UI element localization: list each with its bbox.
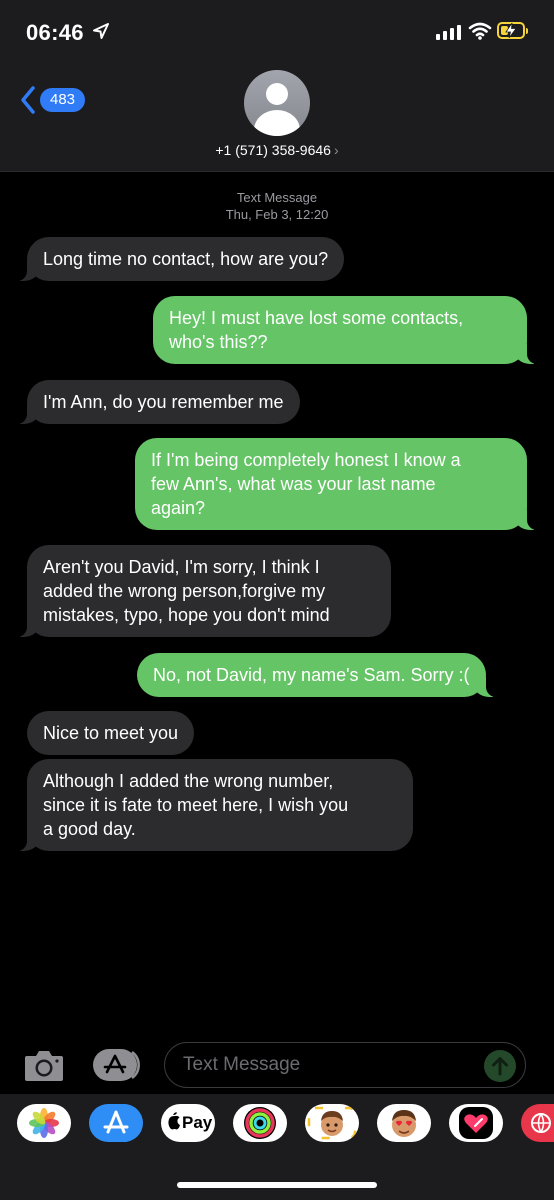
contact-number: +1 (571) 358-9646 — [215, 142, 331, 158]
chevron-left-icon — [21, 86, 35, 114]
conversation-timestamp: Text Message Thu, Feb 3, 12:20 — [0, 189, 554, 223]
message-text: Long time no contact, how are you? — [43, 249, 329, 269]
message-text: who's this?? — [169, 332, 268, 352]
contact-name[interactable]: +1 (571) 358-9646 › — [0, 142, 554, 158]
received-message[interactable]: Although I added the wrong number, since… — [17, 759, 413, 851]
sent-message[interactable]: If I'm being completely honest I know a … — [135, 438, 537, 530]
status-time: 06:46 — [26, 20, 84, 45]
received-message[interactable]: I'm Ann, do you remember me — [17, 380, 300, 424]
status-bar: 06:46 — [0, 0, 554, 60]
message-type-label: Text Message — [236, 190, 318, 205]
message-text: If I'm being completely honest I know a — [151, 450, 461, 470]
message-text: Although I added the wrong number, — [43, 771, 334, 791]
app-store-apps-icon[interactable] — [92, 1048, 144, 1082]
received-message[interactable]: Long time no contact, how are you? — [16, 237, 345, 281]
location-arrow-icon — [93, 23, 109, 39]
message-text: mistakes, typo, hope you don't mind — [43, 605, 330, 625]
message-text: since it is fate to meet here, I wish yo… — [43, 795, 349, 815]
app-store-icon[interactable] — [89, 1104, 143, 1142]
activity-icon[interactable] — [233, 1104, 287, 1142]
message-date: Thu, Feb 3, 12:20 — [225, 207, 329, 222]
contact-avatar[interactable] — [244, 70, 310, 136]
digital-touch-icon[interactable] — [449, 1104, 503, 1142]
sent-message[interactable]: Hey! I must have lost some contacts, who… — [153, 296, 537, 364]
message-text: few Ann's, what was your last name — [151, 474, 436, 494]
memoji-stickers-icon[interactable] — [377, 1104, 431, 1142]
message-text: Aren't you David, I'm sorry, I think I — [43, 557, 320, 577]
sent-message[interactable]: No, not David, my name's Sam. Sorry :( — [137, 653, 496, 697]
message-text: Hey! I must have lost some contacts, — [169, 308, 464, 328]
message-text: I'm Ann, do you remember me — [43, 392, 284, 412]
memoji-icon[interactable] — [305, 1104, 359, 1142]
web-search-icon[interactable] — [521, 1104, 554, 1142]
received-message[interactable]: Nice to meet you — [27, 711, 195, 755]
photos-icon[interactable] — [17, 1104, 71, 1142]
apple-pay-icon[interactable]: Pay — [161, 1104, 215, 1142]
send-button[interactable] — [484, 1050, 516, 1082]
wifi-icon — [468, 22, 492, 40]
battery-charging-icon — [497, 22, 528, 39]
unread-count-badge: 483 — [40, 88, 86, 112]
received-message[interactable]: Aren't you David, I'm sorry, I think I a… — [17, 545, 391, 637]
back-button[interactable]: 483 — [20, 86, 86, 114]
message-input[interactable] — [164, 1042, 526, 1088]
arrow-up-icon — [492, 1057, 508, 1076]
message-text: Nice to meet you — [43, 723, 179, 743]
chevron-right-icon: › — [333, 142, 339, 158]
message-text: added the wrong person,forgive my — [43, 581, 326, 601]
camera-icon[interactable] — [24, 1048, 64, 1082]
message-text: a good day. — [43, 819, 136, 839]
message-text: No, not David, my name's Sam. Sorry :( — [153, 665, 470, 685]
apple-pay-label: Pay — [182, 1113, 213, 1132]
cellular-signal-icon — [436, 24, 461, 40]
home-indicator[interactable] — [177, 1182, 377, 1188]
conversation-header: 483 +1 (571) 358-9646 › — [0, 60, 554, 172]
message-text: again? — [151, 498, 206, 518]
